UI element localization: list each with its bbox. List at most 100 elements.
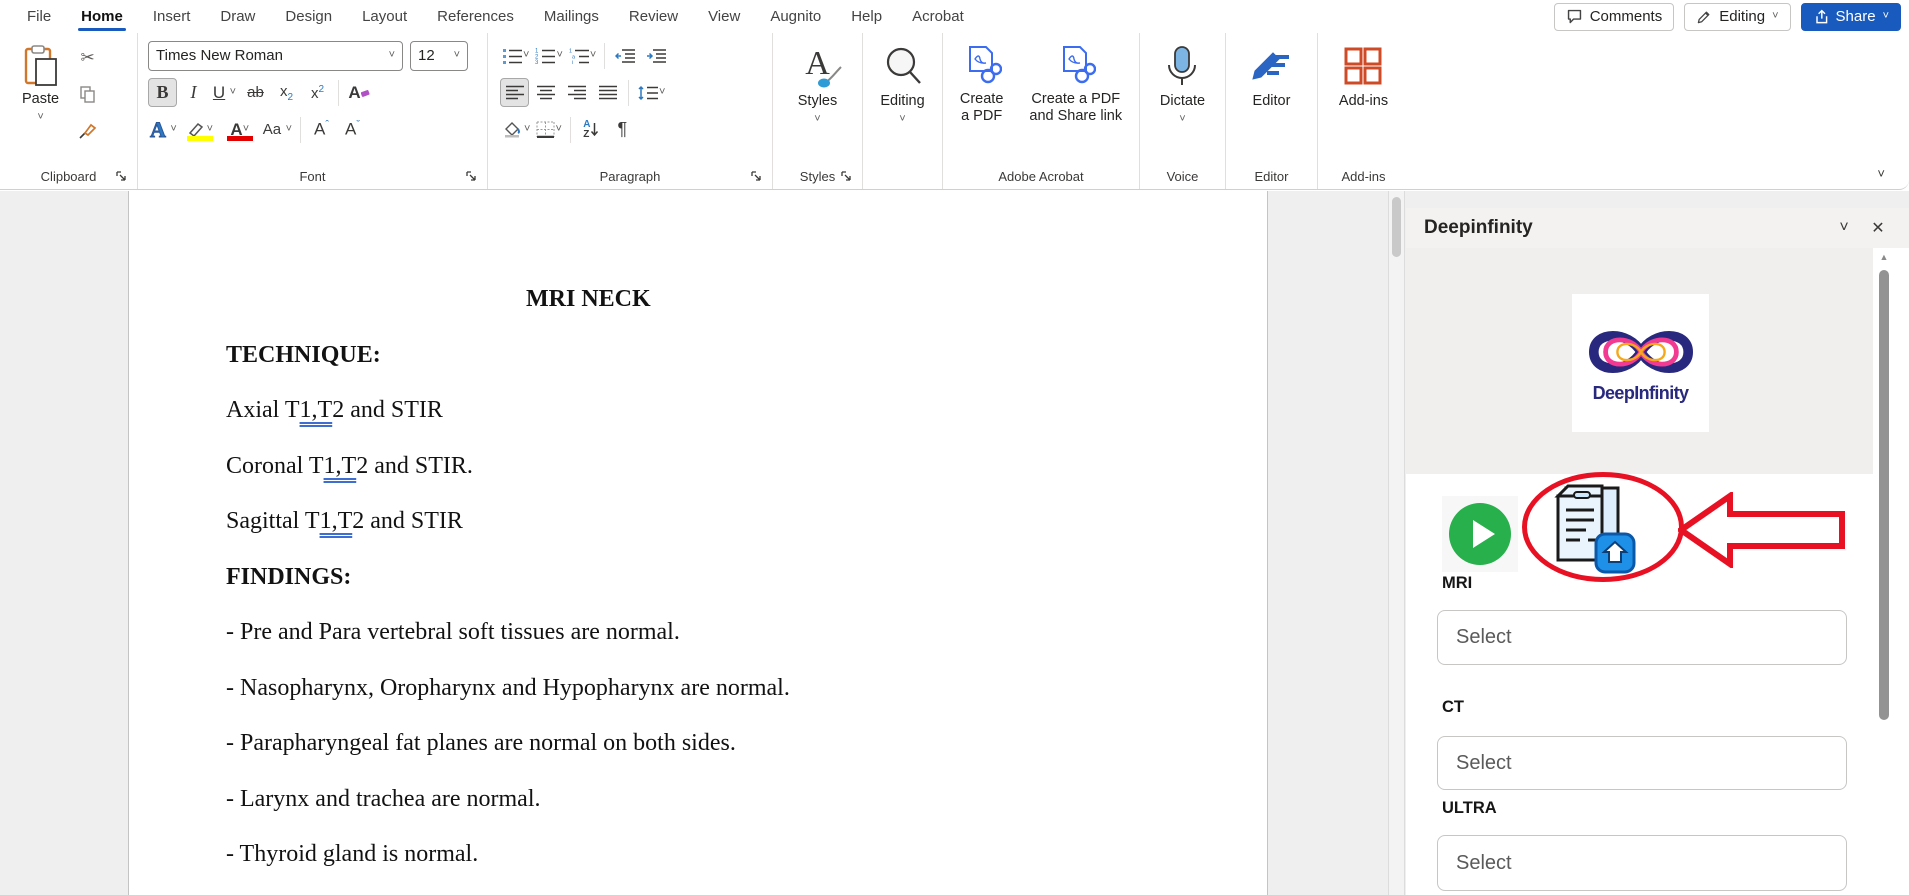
panel-scrollbar[interactable]: ▲ [1878, 252, 1890, 891]
menu-tab-references[interactable]: References [424, 3, 527, 31]
decrease-indent-icon [615, 48, 636, 64]
clear-formatting-button[interactable]: A [345, 78, 374, 107]
document-scrollbar-thumb[interactable] [1392, 197, 1401, 257]
panel-collapse-button[interactable]: ˅ [1827, 213, 1861, 243]
chevron-down-icon: ˅ [37, 112, 43, 123]
shrink-font-button[interactable]: Aˇ [338, 115, 367, 144]
document-title[interactable]: MRI NECK [226, 272, 1207, 328]
finding-line[interactable]: - Pre and Para vertebral soft tissues ar… [226, 605, 1207, 661]
panel-close-button[interactable]: ✕ [1861, 213, 1895, 243]
multilevel-list-button[interactable]: 1ai ˅ [567, 41, 598, 70]
dictate-button[interactable]: Dictate ˅ [1152, 39, 1213, 165]
styles-dialog-launcher[interactable] [839, 169, 853, 183]
editing-button[interactable]: Editing ˅ [872, 39, 932, 165]
chevron-down-icon: ˅ [814, 114, 820, 125]
strikethrough-button[interactable]: ab [241, 78, 270, 107]
grow-font-button[interactable]: Aˆ [307, 115, 336, 144]
create-pdf-share-button[interactable]: Create a PDFand Share link [1021, 39, 1130, 165]
close-icon: ✕ [1871, 218, 1884, 238]
finding-line[interactable]: - Nasopharynx, Oropharynx and Hypopharyn… [226, 661, 1207, 717]
menu-tab-draw[interactable]: Draw [207, 3, 268, 31]
bold-button[interactable]: B [148, 78, 177, 107]
styles-button[interactable]: A Styles ˅ [789, 39, 847, 165]
chevron-down-icon: ˅ [170, 124, 176, 135]
mri-select[interactable]: Select [1437, 610, 1847, 665]
align-left-icon [505, 85, 525, 100]
clipboard-dialog-launcher[interactable] [114, 169, 128, 183]
panel-body: MRI Select CT Select ULTRA Select [1406, 474, 1909, 895]
justify-button[interactable] [593, 78, 622, 107]
bullets-button[interactable]: ˅ [500, 41, 531, 70]
menu-tab-home[interactable]: Home [68, 3, 136, 31]
paste-button[interactable]: Paste ˅ [14, 39, 67, 165]
findings-heading[interactable]: FINDINGS: [226, 550, 1207, 606]
finding-line[interactable]: - Thyroid gland is normal. [226, 827, 1207, 883]
menu-tab-augnito[interactable]: Augnito [757, 3, 834, 31]
menu-tab-acrobat[interactable]: Acrobat [899, 3, 977, 31]
editing-mode-button[interactable]: Editing ˅ [1684, 3, 1790, 31]
superscript-button[interactable]: x2 [303, 78, 332, 107]
borders-icon [536, 121, 555, 138]
align-left-button[interactable] [500, 78, 529, 107]
line-spacing-button[interactable]: ˅ [635, 78, 667, 107]
ct-select[interactable]: Select [1437, 736, 1847, 790]
menu-tab-file[interactable]: File [14, 3, 64, 31]
cut-button[interactable]: ✂ [73, 43, 102, 72]
align-right-button[interactable] [562, 78, 591, 107]
upload-report-button[interactable] [1544, 480, 1640, 578]
menu-tab-view[interactable]: View [695, 3, 753, 31]
technique-line[interactable]: Coronal T1,T2 and STIR. [226, 439, 1207, 495]
ultra-select[interactable]: Select [1437, 835, 1847, 891]
scroll-up-icon[interactable]: ▲ [1878, 252, 1890, 262]
borders-button[interactable]: ˅ [534, 115, 563, 144]
highlight-button[interactable]: ˅ [181, 115, 219, 144]
font-dialog-launcher[interactable] [464, 169, 478, 183]
document-page[interactable]: MRI NECK TECHNIQUE: Axial T1,T2 and STIR… [128, 191, 1268, 895]
subscript-button[interactable]: x2 [272, 78, 301, 107]
menu-tab-help[interactable]: Help [838, 3, 895, 31]
menu-tab-design[interactable]: Design [272, 3, 345, 31]
increase-indent-button[interactable] [642, 41, 671, 70]
font-size-combo[interactable]: 12 ˅ [410, 41, 468, 71]
share-label: Share [1836, 8, 1876, 25]
paragraph-dialog-launcher[interactable] [749, 169, 763, 183]
run-button[interactable] [1442, 496, 1518, 572]
menu-tab-review[interactable]: Review [616, 3, 691, 31]
menu-tab-insert[interactable]: Insert [140, 3, 204, 31]
sort-button[interactable]: AZ [577, 115, 606, 144]
change-case-button[interactable]: Aa ˅ [261, 115, 294, 144]
align-center-button[interactable] [531, 78, 560, 107]
grammar-underline: 1,T [320, 508, 353, 534]
sort-arrow-icon [590, 122, 599, 137]
technique-line[interactable]: Axial T1,T2 and STIR [226, 383, 1207, 439]
finding-line[interactable]: - Larynx and trachea are normal. [226, 772, 1207, 828]
text-effects-button[interactable]: A ˅ [148, 115, 179, 144]
decrease-indent-button[interactable] [611, 41, 640, 70]
paste-label: Paste [22, 91, 59, 108]
scissors-icon: ✂ [80, 48, 94, 68]
show-marks-button[interactable]: ¶ [608, 115, 637, 144]
format-painter-button[interactable] [73, 117, 102, 146]
panel-scrollbar-thumb[interactable] [1879, 270, 1889, 720]
font-color-button[interactable]: A ˅ [221, 115, 259, 144]
italic-button[interactable]: I [179, 78, 208, 107]
share-button[interactable]: Share ˅ [1801, 3, 1901, 31]
menu-tab-mailings[interactable]: Mailings [531, 3, 612, 31]
numbering-button[interactable]: 123 ˅ [533, 41, 564, 70]
collapse-ribbon-button[interactable]: ˅ [1877, 166, 1885, 181]
comments-button[interactable]: Comments [1554, 3, 1675, 31]
addins-button[interactable]: Add-ins [1331, 39, 1396, 165]
underline-button[interactable]: U ˅ [210, 78, 239, 107]
finding-line[interactable]: - Parapharyngeal fat planes are normal o… [226, 716, 1207, 772]
editor-button[interactable]: Editor [1241, 39, 1303, 165]
technique-heading[interactable]: TECHNIQUE: [226, 328, 1207, 384]
document-scrollbar[interactable] [1388, 191, 1405, 895]
dictate-label: Dictate [1160, 93, 1205, 110]
create-pdf-button[interactable]: Createa PDF [952, 39, 1012, 165]
technique-line[interactable]: Sagittal T1,T2 and STIR [226, 494, 1207, 550]
shading-button[interactable]: ˅ [500, 115, 532, 144]
font-name-combo[interactable]: Times New Roman ˅ [148, 41, 403, 71]
clipboard-icon [23, 45, 59, 87]
menu-tab-layout[interactable]: Layout [349, 3, 420, 31]
copy-button[interactable] [73, 80, 102, 109]
